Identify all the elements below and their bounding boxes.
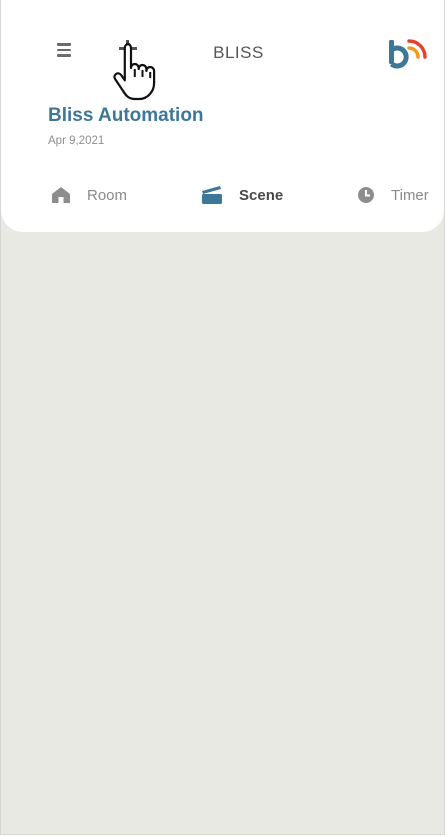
home-date: Apr 9,2021: [48, 135, 105, 147]
tab-scene[interactable]: Scene: [201, 182, 283, 208]
bliss-logo-icon: [389, 39, 427, 69]
home-name[interactable]: Bliss Automation: [48, 105, 204, 127]
clock-icon: [358, 187, 374, 203]
scene-icon: [202, 186, 222, 204]
app-screen: BLISS Bliss Automation Apr 9,2021 Room S…: [0, 0, 445, 835]
tab-timer[interactable]: Timer: [357, 182, 429, 208]
tab-label: Timer: [391, 186, 429, 204]
tab-label: Scene: [239, 186, 284, 204]
home-icon: [52, 187, 70, 203]
tab-room[interactable]: Room: [51, 182, 127, 208]
header-card: BLISS Bliss Automation Apr 9,2021 Room S…: [1, 0, 444, 232]
app-title: BLISS: [213, 43, 264, 62]
tab-bar: Room Scene Timer: [1, 182, 444, 208]
tab-label: Room: [87, 186, 128, 204]
